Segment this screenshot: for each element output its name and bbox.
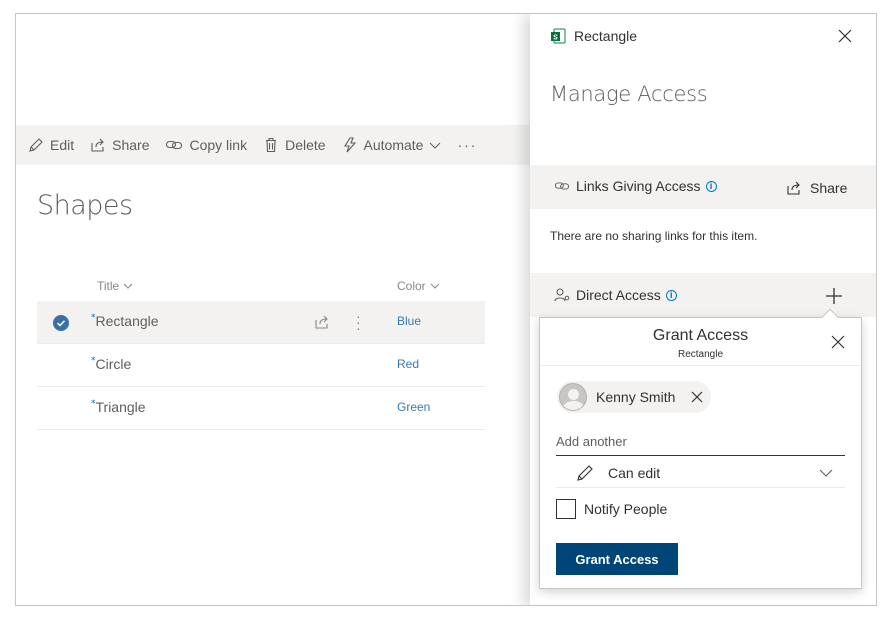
share-icon [787, 181, 800, 195]
row-title[interactable]: ⁎ Circle [91, 352, 132, 372]
grant-access-subtitle: Rectangle [677, 349, 724, 360]
grant-access-title: Grant Access [652, 327, 749, 344]
checkmark-circle-icon[interactable] [53, 315, 69, 331]
chevron-down-icon [430, 283, 440, 289]
delete-icon [266, 137, 277, 153]
close-icon[interactable] [837, 28, 853, 44]
table-row[interactable]: ⁎ Triangle Green [37, 387, 485, 430]
sway-file-icon: S [551, 28, 566, 44]
more-options-button[interactable]: ··· [457, 137, 477, 153]
share-label: Share [112, 137, 150, 153]
page-title: Shapes [37, 190, 133, 221]
direct-access-label-text: Direct Access [576, 287, 661, 303]
links-section-label: Links Giving Access i [554, 178, 717, 194]
svg-text:S: S [553, 35, 558, 42]
add-people-input[interactable] [556, 428, 845, 456]
table-row[interactable]: ⁎ Circle Red [37, 344, 485, 387]
app-frame: Edit Share Copy link Delete Automate ···… [15, 13, 877, 606]
edit-icon [29, 138, 43, 152]
column-title-label: Title [97, 279, 120, 293]
delete-label: Delete [285, 137, 326, 153]
no-links-message: There are no sharing links for this item… [550, 229, 758, 243]
edit-label: Edit [50, 137, 75, 153]
checkbox-box[interactable] [556, 499, 576, 519]
table-row[interactable]: ⁎ Rectangle · · · Blue [37, 301, 485, 344]
info-icon[interactable]: i [705, 180, 717, 192]
link-icon [554, 182, 570, 190]
notify-people-label: Notify People [584, 501, 668, 517]
chevron-down-icon [819, 469, 833, 477]
share-button[interactable]: Share [90, 137, 149, 153]
chevron-down-icon [430, 142, 441, 149]
automate-button[interactable]: Automate [342, 137, 442, 153]
links-share-button[interactable]: Share [786, 180, 847, 196]
plus-icon[interactable] [824, 286, 844, 306]
permission-dropdown[interactable]: Can edit [556, 458, 845, 488]
row-title[interactable]: ⁎ Rectangle [91, 309, 159, 329]
panel-title: Manage Access [550, 82, 708, 106]
automate-label: Automate [363, 137, 424, 153]
delete-button[interactable]: Delete [263, 137, 326, 153]
links-label-text: Links Giving Access [576, 178, 701, 194]
panel-file-name: Rectangle [574, 28, 638, 44]
row-color: Red [397, 357, 420, 371]
close-icon[interactable] [691, 391, 703, 403]
column-header-title[interactable]: Title [97, 279, 133, 293]
person-icon [554, 288, 570, 302]
more-vertical-icon[interactable]: · · · [356, 309, 361, 335]
grant-access-button[interactable]: Grant Access [556, 543, 678, 575]
avatar [559, 383, 587, 411]
copy-link-button[interactable]: Copy link [165, 137, 247, 153]
column-color-label: Color [397, 279, 426, 293]
links-share-label: Share [810, 180, 848, 196]
share-icon[interactable] [314, 314, 330, 330]
grant-access-header: Grant Access Rectangle [540, 318, 861, 366]
row-title-text: Rectangle [95, 313, 159, 329]
direct-access-label: Direct Access i [554, 287, 677, 303]
more-label: ··· [457, 137, 478, 153]
automate-icon [343, 137, 356, 153]
row-title[interactable]: ⁎ Triangle [91, 395, 146, 415]
close-icon[interactable] [831, 335, 845, 349]
copy-link-label: Copy link [189, 137, 248, 153]
edit-button[interactable]: Edit [28, 137, 74, 153]
list-header: Title Color [37, 271, 485, 301]
person-chip[interactable]: Kenny Smith [557, 381, 711, 413]
links-giving-access-section: Links Giving Access i Share [530, 165, 876, 209]
link-icon [166, 140, 183, 150]
pencil-icon [577, 464, 593, 481]
info-icon[interactable]: i [665, 289, 677, 301]
row-title-text: Triangle [95, 399, 146, 415]
row-title-text: Circle [95, 356, 132, 372]
permission-value: Can edit [608, 464, 661, 481]
row-color: Blue [397, 314, 422, 328]
person-name: Kenny Smith [596, 389, 676, 405]
command-bar: Edit Share Copy link Delete Automate ··· [16, 125, 530, 165]
row-color: Green [397, 400, 431, 414]
notify-people-checkbox[interactable]: Notify People [556, 499, 667, 519]
panel-file-header: S Rectangle [550, 28, 637, 44]
grant-access-callout: Grant Access Rectangle Kenny Smith Can e… [539, 308, 862, 589]
share-icon [91, 138, 104, 152]
chevron-down-icon [123, 283, 133, 289]
list-view: Title Color ⁎ Rectangle · · · Blue ⁎ Circle … [37, 271, 485, 430]
column-header-color[interactable]: Color [397, 279, 440, 293]
